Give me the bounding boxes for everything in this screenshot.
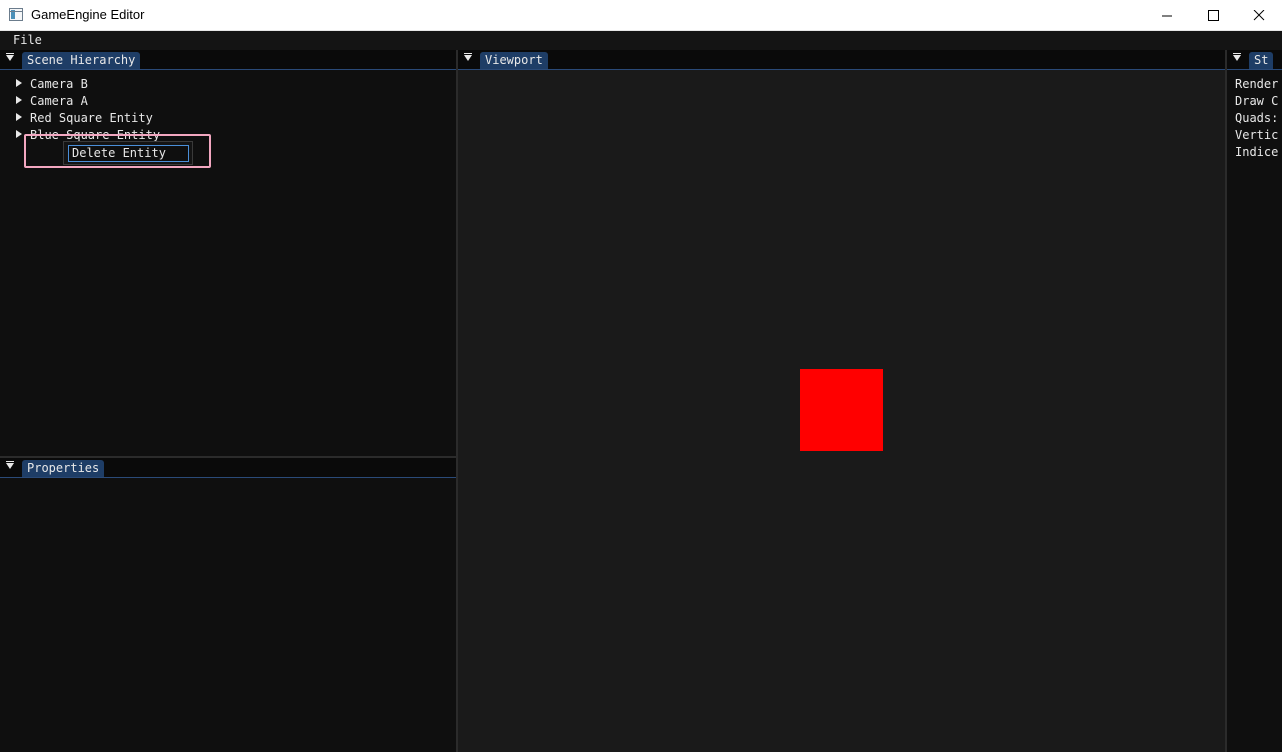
stats-panel: St Render Draw C Quads: Vertic Indice: [1227, 50, 1282, 752]
window-titlebar: GameEngine Editor: [0, 0, 1282, 31]
expand-arrow-icon[interactable]: [16, 113, 22, 121]
viewport-header: Viewport: [458, 50, 1225, 70]
tab-properties[interactable]: Properties: [22, 460, 105, 477]
close-icon: [1253, 10, 1265, 21]
viewport-panel: Viewport: [458, 50, 1225, 752]
maximize-button[interactable]: [1190, 0, 1236, 31]
stats-header: St: [1227, 50, 1282, 70]
minimize-icon: [1162, 15, 1172, 17]
expand-arrow-icon[interactable]: [16, 96, 22, 104]
collapse-icon[interactable]: [6, 53, 14, 61]
tab-viewport[interactable]: Viewport: [480, 52, 548, 69]
menu-bar: File: [0, 31, 1282, 50]
stat-draw-calls: Draw C: [1235, 94, 1279, 108]
expand-arrow-icon[interactable]: [16, 79, 22, 87]
expand-arrow-icon[interactable]: [16, 130, 22, 138]
window-title: GameEngine Editor: [31, 7, 145, 22]
tree-item-label: Red Square Entity: [30, 111, 153, 125]
red-square-entity[interactable]: [800, 369, 883, 451]
tree-item-label: Camera A: [30, 94, 88, 108]
scene-hierarchy-header: Scene Hierarchy: [0, 50, 457, 70]
stat-quads: Quads:: [1235, 111, 1279, 125]
scene-hierarchy-panel: Scene Hierarchy Camera B Camera A Red Sq…: [0, 50, 457, 456]
close-button[interactable]: [1236, 0, 1282, 31]
collapse-icon[interactable]: [464, 53, 472, 61]
app-window-icon: [9, 8, 23, 21]
collapse-icon[interactable]: [6, 461, 14, 469]
minimize-button[interactable]: [1144, 0, 1190, 31]
stat-indices: Indice: [1235, 145, 1279, 159]
collapse-icon[interactable]: [1233, 53, 1241, 61]
tab-stats[interactable]: St: [1249, 52, 1274, 69]
menu-file[interactable]: File: [13, 33, 42, 47]
highlight-annotation: [24, 134, 211, 168]
tree-item-camera-b[interactable]: Camera B: [16, 77, 88, 91]
tree-item-red-square[interactable]: Red Square Entity: [16, 111, 153, 125]
tree-item-label: Camera B: [30, 77, 88, 91]
properties-panel: Properties: [0, 458, 457, 752]
stat-renderer: Render: [1235, 77, 1279, 91]
tree-item-camera-a[interactable]: Camera A: [16, 94, 88, 108]
tab-scene-hierarchy[interactable]: Scene Hierarchy: [22, 52, 141, 69]
stat-vertices: Vertic: [1235, 128, 1279, 142]
properties-header: Properties: [0, 458, 457, 478]
maximize-icon: [1208, 10, 1219, 21]
